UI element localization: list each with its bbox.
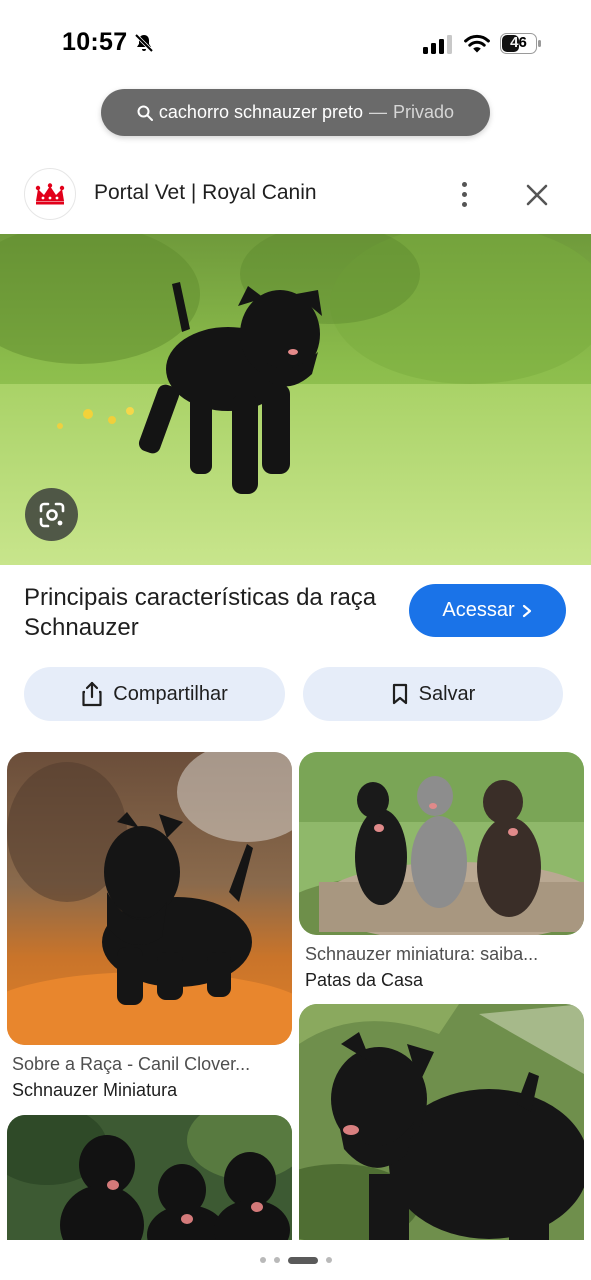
wifi-icon [464,34,490,53]
more-vertical-icon [461,181,467,187]
page-dot[interactable] [325,1257,332,1263]
share-button-label: Compartilhar [113,682,228,705]
save-button-label: Salvar [418,682,476,705]
related-image-3[interactable] [7,1115,292,1240]
result-title[interactable]: Principais características da raça Schna… [24,583,384,643]
search-icon [137,105,153,121]
related-source-2[interactable]: Patas da Casa [305,970,423,991]
schnauzer-autumn-photo [7,752,292,1045]
schnauzer-on-grass-photo [0,234,591,565]
related-source-1[interactable]: Schnauzer Miniatura [12,1080,177,1101]
related-image-2[interactable] [299,752,584,935]
source-name[interactable]: Portal Vet | Royal Canin [94,181,317,205]
schnauzer-group-photo [7,1115,292,1240]
battery-level: 46 [510,34,527,51]
main-result-image[interactable] [0,234,591,565]
bookmark-icon [392,683,407,705]
share-button[interactable]: Compartilhar [24,667,285,721]
status-bar: 10:57 46 [0,0,591,88]
status-time: 10:57 [62,28,128,56]
source-header: Portal Vet | Royal Canin [0,164,591,224]
three-schnauzers-photo [299,752,584,935]
bell-muted-icon [134,33,154,53]
visit-button-label: Acessar [442,599,515,621]
search-query-pill[interactable]: cachorro schnauzer preto — Privado [101,89,490,136]
page-dot-active[interactable] [287,1256,318,1264]
search-separator: — [369,102,388,122]
share-icon [82,681,102,707]
source-logo[interactable] [24,168,76,220]
related-title-1[interactable]: Sobre a Raça - Canil Clover... [12,1054,250,1075]
search-query-text: cachorro schnauzer preto [158,102,364,122]
close-button[interactable] [522,180,552,210]
schnauzer-portrait-photo [299,1004,584,1240]
related-title-2[interactable]: Schnauzer miniatura: saiba... [305,944,538,965]
private-mode-label: Privado [393,102,455,122]
save-button[interactable]: Salvar [303,667,563,721]
related-image-1[interactable] [7,752,292,1045]
battery-indicator: 46 [500,33,542,54]
more-options-button[interactable] [452,176,476,212]
visit-button[interactable]: Acessar [409,584,566,637]
page-indicator [0,1240,591,1280]
related-image-4[interactable] [299,1004,584,1240]
cellular-signal-icon [423,35,452,54]
page-dot[interactable] [273,1257,280,1263]
google-lens-button[interactable] [25,488,78,541]
royal-canin-crown-icon [35,183,65,205]
lens-icon [39,502,64,527]
chevron-right-icon [522,604,531,617]
page-dot[interactable] [259,1257,266,1263]
